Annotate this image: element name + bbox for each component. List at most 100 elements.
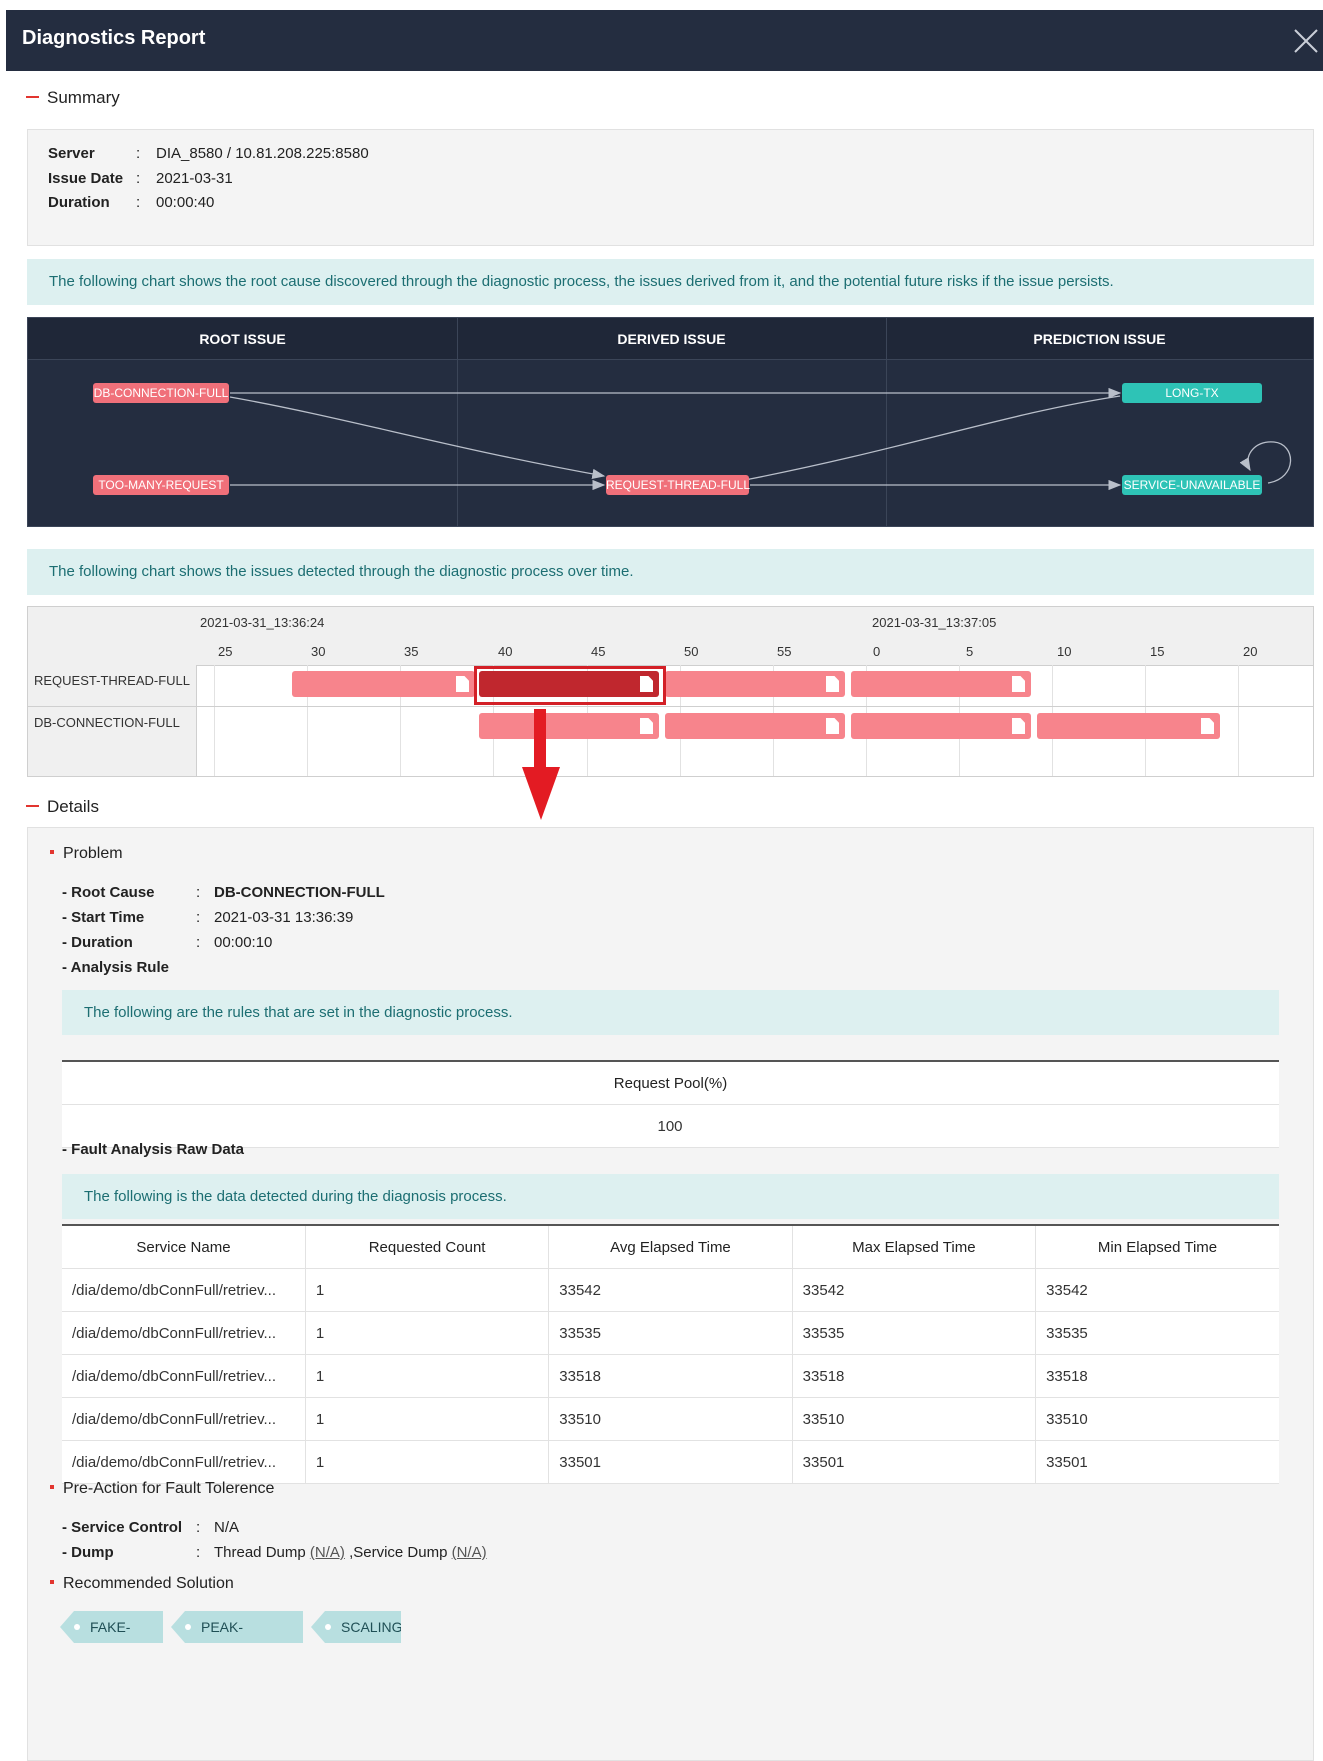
tick-label: 55 — [777, 644, 792, 659]
row-divider — [28, 706, 1313, 707]
table-row: /dia/demo/dbConnFull/retriev... 1 33510 … — [62, 1397, 1279, 1441]
service-control-value: N/A — [214, 1519, 240, 1536]
cell-service-name: /dia/demo/dbConnFull/retriev... — [62, 1440, 306, 1484]
timeline-row-db-connection-full: DB-CONNECTION-FULL — [34, 715, 180, 730]
timeline-bar-db-connection[interactable] — [665, 713, 845, 739]
details-heading: Details — [26, 797, 99, 817]
document-icon — [826, 718, 839, 734]
service-control-label: - Service Control — [62, 1519, 183, 1536]
timeline-bar-request-thread[interactable] — [851, 671, 1031, 697]
details-heading-text: Details — [47, 797, 99, 816]
document-icon — [826, 676, 839, 692]
node-db-connection-full[interactable]: DB-CONNECTION-FULL — [93, 383, 229, 403]
tag-label: SCALING — [341, 1619, 403, 1635]
cell-avg-elapsed: 33542 — [548, 1268, 793, 1312]
problem-heading-text: Problem — [63, 845, 123, 862]
separator: : — [196, 884, 201, 901]
details-box: Problem - Root Cause : DB-CONNECTION-FUL… — [27, 827, 1314, 1761]
problem-duration-value: 00:00:10 — [214, 934, 273, 951]
root-cause-label: - Root Cause — [62, 884, 155, 901]
timeline-axis: 2021-03-31_13:36:24 2021-03-31_13:37:05 … — [196, 607, 1313, 666]
cell-max-elapsed: 33535 — [791, 1311, 1036, 1355]
tick-label: 30 — [311, 644, 326, 659]
cell-service-name: /dia/demo/dbConnFull/retriev... — [62, 1311, 306, 1355]
cell-max-elapsed: 33542 — [791, 1268, 1036, 1312]
node-long-tx[interactable]: LONG-TX — [1122, 383, 1262, 403]
cell-avg-elapsed: 33510 — [548, 1397, 793, 1441]
issue-date-value: 2021-03-31 — [156, 170, 233, 187]
table-row: /dia/demo/dbConnFull/retriev... 1 33535 … — [62, 1311, 1279, 1355]
close-icon[interactable] — [1289, 24, 1323, 58]
tick-label: 25 — [218, 644, 233, 659]
timeline-bar-db-connection[interactable] — [1037, 713, 1220, 739]
edge-db-to-requestthread — [229, 396, 606, 480]
cell-requested-count: 1 — [304, 1311, 549, 1355]
column-header-avg-elapsed: Avg Elapsed Time — [548, 1224, 793, 1269]
document-icon — [640, 718, 653, 734]
cell-service-name: /dia/demo/dbConnFull/retriev... — [62, 1397, 306, 1441]
dump-value: Thread Dump (N/A) ,Service Dump (N/A) — [214, 1543, 487, 1563]
timeline-bar-db-connection[interactable] — [851, 713, 1031, 739]
node-request-thread-full[interactable]: REQUEST-THREAD-FULL — [606, 475, 750, 495]
raw-data-note: The following is the data detected durin… — [62, 1174, 1279, 1219]
pre-action-heading: Pre-Action for Fault Tolerence — [50, 1480, 274, 1498]
tag-hole-icon — [185, 1624, 191, 1630]
cell-requested-count: 1 — [304, 1440, 549, 1484]
solution-tag-scaling[interactable]: SCALING — [311, 1611, 401, 1643]
rules-note: The following are the rules that are set… — [62, 990, 1279, 1035]
bullet-dot — [50, 1579, 54, 1584]
thread-dump-text: Thread Dump — [214, 1544, 306, 1561]
separator: : — [136, 194, 141, 211]
thread-dump-link[interactable]: (N/A) — [310, 1544, 345, 1561]
timeline-row-labels: REQUEST-THREAD-FULL DB-CONNECTION-FULL — [28, 607, 197, 776]
solution-tag-fake-page[interactable]: FAKE-PAGE — [60, 1611, 163, 1643]
start-time-value: 2021-03-31 13:36:39 — [214, 909, 354, 926]
node-service-unavailable[interactable]: SERVICE-UNAVAILABLE — [1122, 475, 1262, 495]
bullet-dot — [50, 849, 54, 854]
tick-label: 50 — [684, 644, 699, 659]
document-icon — [1012, 676, 1025, 692]
timeline-bar-request-thread[interactable] — [665, 671, 845, 697]
diagnostics-report-dialog: Diagnostics Report Summary Server : DIA_… — [6, 10, 1323, 1761]
analysis-rule-label: - Analysis Rule — [62, 959, 169, 976]
cell-requested-count: 1 — [304, 1354, 549, 1398]
flow-chart-note: The following chart shows the root cause… — [27, 259, 1314, 305]
timeline-mid-date: 2021-03-31_13:37:05 — [872, 615, 997, 630]
server-label: Server — [48, 145, 95, 162]
summary-box: Server : DIA_8580 / 10.81.208.225:8580 I… — [27, 129, 1314, 246]
grid-line — [1238, 665, 1239, 776]
node-too-many-request[interactable]: TOO-MANY-REQUEST — [93, 475, 229, 495]
cell-min-elapsed: 33510 — [1035, 1397, 1279, 1441]
solution-tag-peak-control[interactable]: PEAK-CONTROL — [171, 1611, 303, 1643]
summary-heading: Summary — [26, 88, 120, 108]
timeline-row-request-thread-full: REQUEST-THREAD-FULL — [34, 673, 191, 688]
cell-avg-elapsed: 33535 — [548, 1311, 793, 1355]
tag-label: FAKE-PAGE — [90, 1619, 131, 1667]
down-arrow-icon — [522, 709, 560, 820]
timeline-note: The following chart shows the issues det… — [27, 549, 1314, 595]
tick-label: 40 — [498, 644, 513, 659]
tick-label: 5 — [966, 644, 974, 659]
raw-data-heading-text: - Fault Analysis Raw Data — [62, 1141, 244, 1158]
cell-min-elapsed: 33535 — [1035, 1311, 1279, 1355]
issue-flow-chart: ROOT ISSUE DERIVED ISSUE PREDICTION ISSU… — [27, 317, 1314, 527]
cell-max-elapsed: 33501 — [791, 1440, 1036, 1484]
problem-duration-label: - Duration — [62, 934, 133, 951]
document-icon — [1201, 718, 1214, 734]
cell-avg-elapsed: 33501 — [548, 1440, 793, 1484]
cell-min-elapsed: 33518 — [1035, 1354, 1279, 1398]
service-dump-link[interactable]: (N/A) — [452, 1544, 487, 1561]
pre-action-heading-text: Pre-Action for Fault Tolerence — [63, 1480, 275, 1497]
separator: : — [196, 909, 201, 926]
issue-date-label: Issue Date — [48, 170, 124, 187]
table-row: /dia/demo/dbConnFull/retriev... 1 33542 … — [62, 1268, 1279, 1312]
separator: : — [196, 1519, 201, 1536]
server-value: DIA_8580 / 10.81.208.225:8580 — [156, 145, 369, 162]
timeline-bar-request-thread[interactable] — [292, 671, 475, 697]
bullet-dot — [50, 1484, 54, 1489]
section-dash — [26, 804, 39, 807]
separator: : — [136, 145, 141, 162]
root-cause-value: DB-CONNECTION-FULL — [214, 884, 385, 901]
separator: : — [136, 170, 141, 187]
timeline-bar-db-connection[interactable] — [479, 713, 659, 739]
